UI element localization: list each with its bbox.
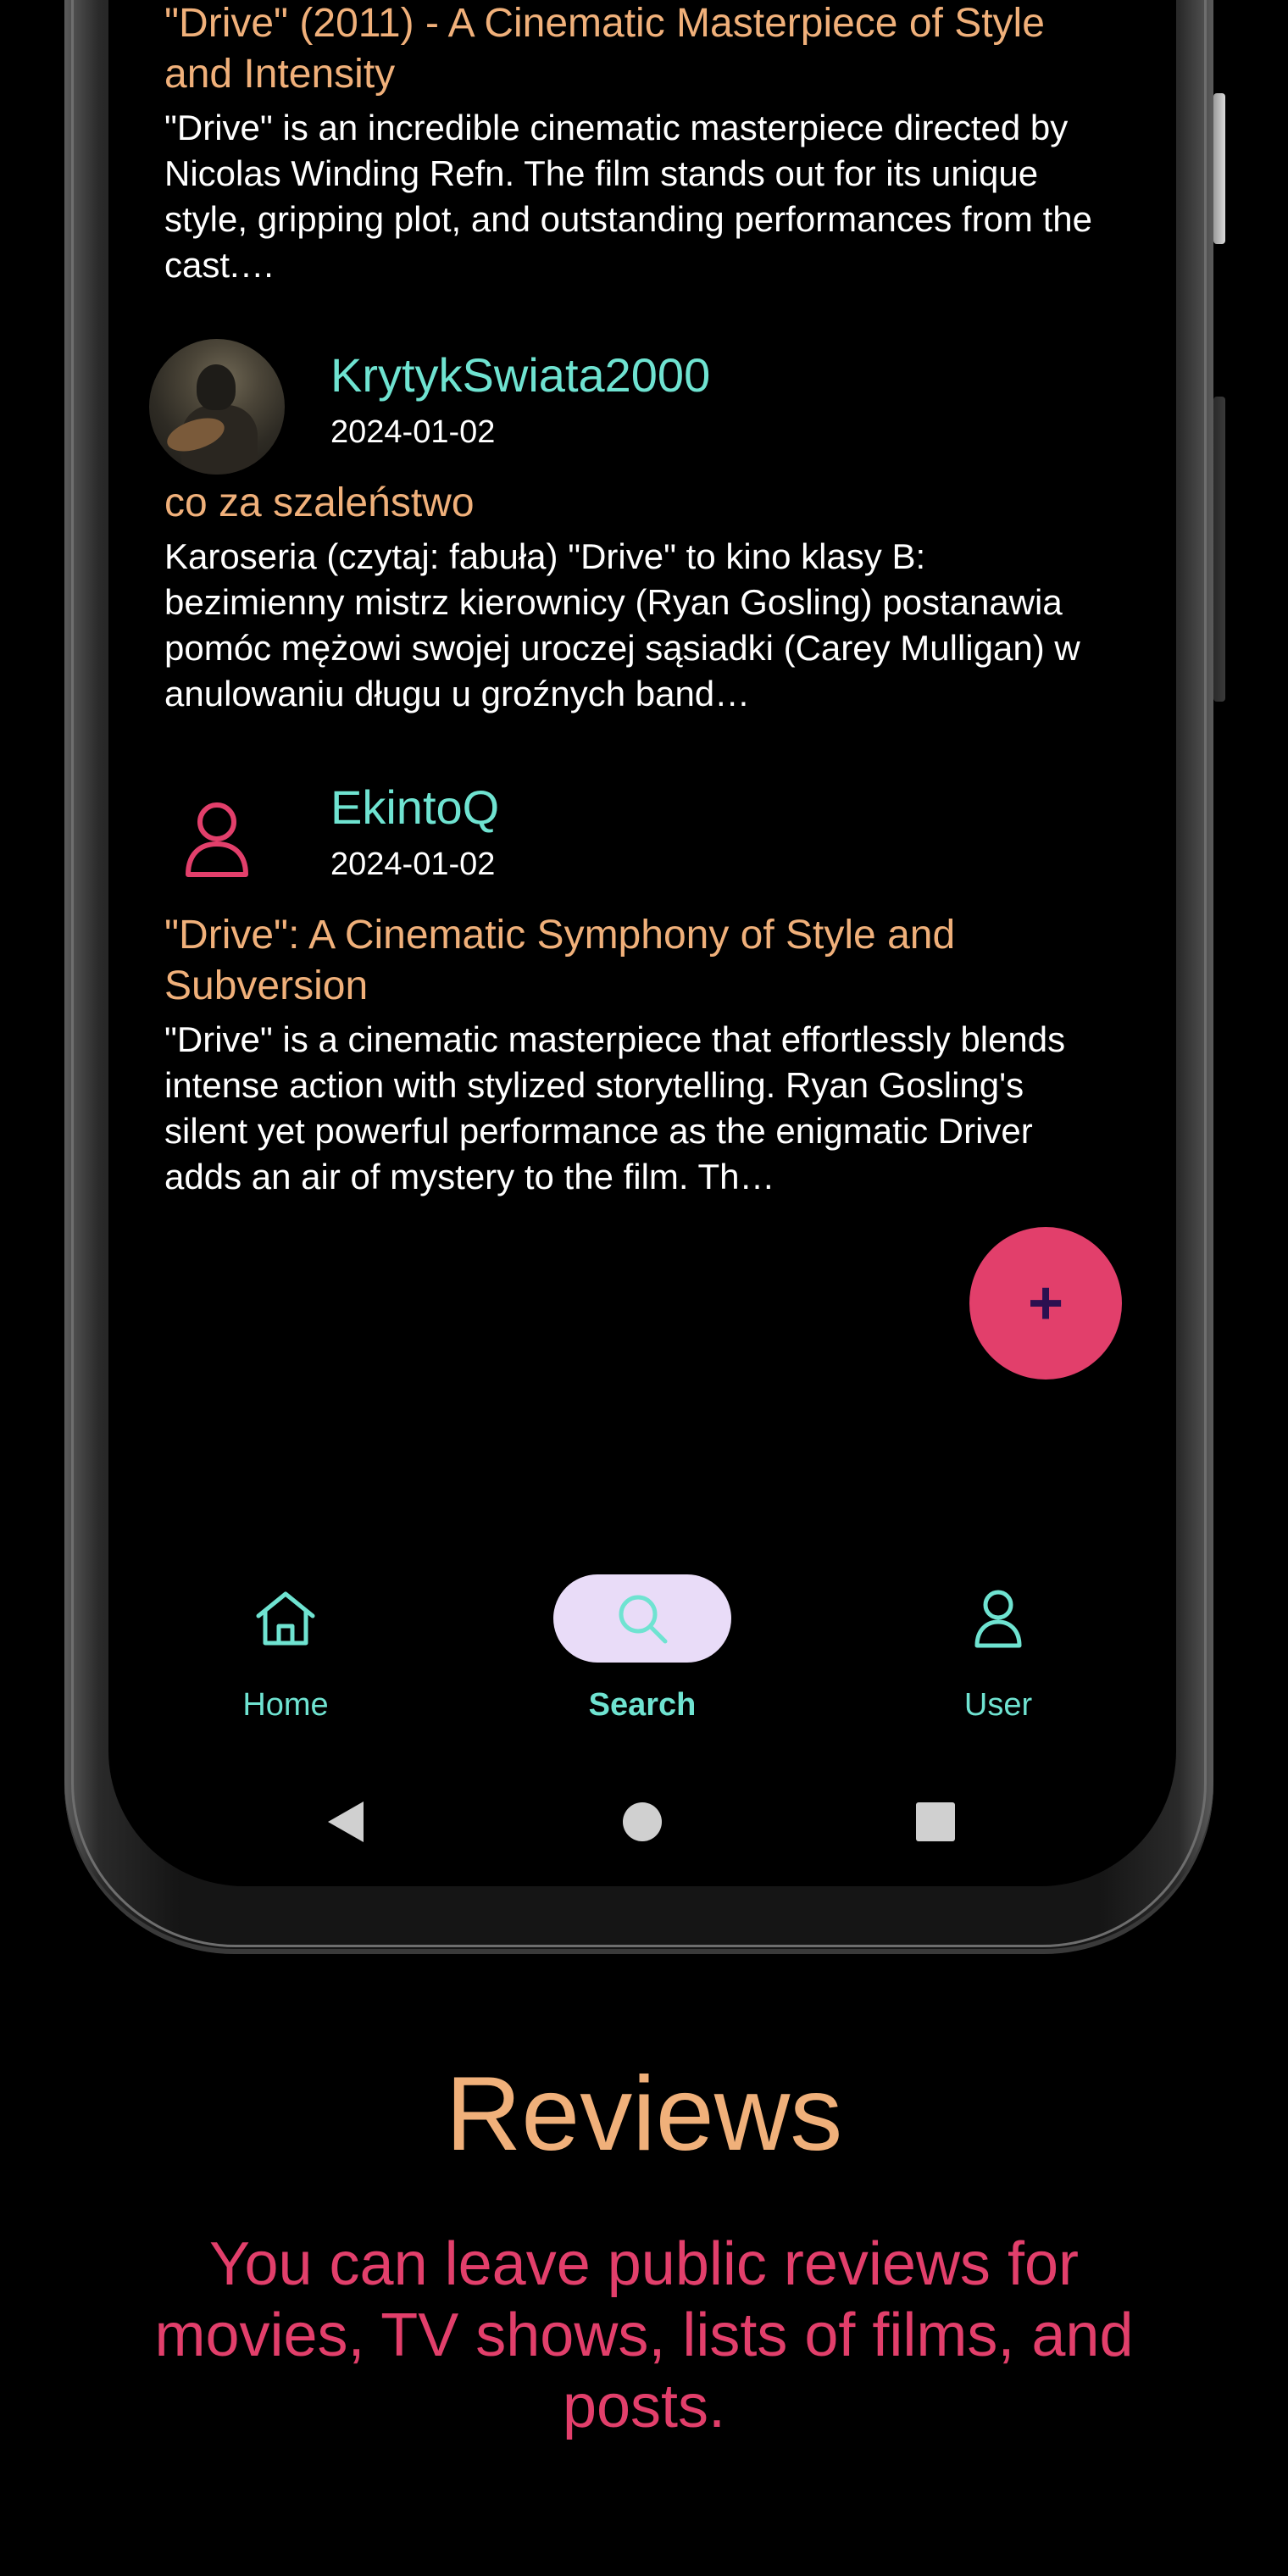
review-date: 2024-01-02 bbox=[330, 414, 496, 450]
user-placeholder-icon bbox=[149, 771, 285, 907]
author-name: KrytykSwiata2000 bbox=[330, 348, 711, 402]
review-author-row[interactable]: KrytykSwiata2000 2024-01-02 bbox=[149, 339, 997, 475]
review-date: 2024-01-02 bbox=[330, 847, 496, 882]
review-title: co za szaleństwo bbox=[164, 480, 475, 525]
review-title: "Drive" (2011) - A Cinematic Masterpiece… bbox=[164, 1, 1045, 97]
review-card[interactable]: "Drive" (2011) - A Cinematic Masterpiece… bbox=[164, 0, 1176, 288]
home-icon bbox=[197, 1574, 375, 1663]
review-body: "Drive" is an incredible cinematic maste… bbox=[164, 108, 1092, 285]
nav-label-user: User bbox=[963, 1687, 1033, 1723]
review-card[interactable]: co za szaleństwo Karoseria (czytaj: fabu… bbox=[164, 478, 1176, 717]
review-body: "Drive" is a cinematic masterpiece that … bbox=[164, 1019, 1066, 1196]
review-card[interactable]: "Drive": A Cinematic Symphony of Style a… bbox=[164, 910, 1176, 1200]
volume-button bbox=[1213, 93, 1225, 244]
nav-item-home[interactable]: Home bbox=[175, 1542, 396, 1737]
avatar bbox=[149, 339, 285, 475]
bottom-navigation: Home Search User bbox=[108, 1542, 1176, 1754]
recents-icon[interactable] bbox=[902, 1788, 969, 1856]
review-title: "Drive": A Cinematic Symphony of Style a… bbox=[164, 913, 956, 1008]
add-review-button[interactable]: + bbox=[969, 1227, 1122, 1380]
power-button bbox=[1213, 397, 1225, 702]
home-circle-icon[interactable] bbox=[608, 1788, 676, 1856]
plus-icon: + bbox=[1027, 1269, 1064, 1337]
author-name: EkintoQ bbox=[330, 780, 500, 834]
search-icon bbox=[553, 1574, 731, 1663]
system-navigation-bar bbox=[108, 1788, 1176, 1856]
review-author-row[interactable]: EkintoQ 2024-01-02 bbox=[149, 771, 997, 907]
promo-title: Reviews bbox=[445, 2056, 843, 2173]
user-icon bbox=[909, 1574, 1087, 1663]
nav-item-search[interactable]: Search bbox=[532, 1542, 752, 1737]
review-body: Karoseria (czytaj: fabuła) "Drive" to ki… bbox=[164, 536, 1080, 713]
promo-subtitle: You can leave public reviews for movies,… bbox=[154, 2230, 1134, 2440]
nav-label-search: Search bbox=[588, 1687, 697, 1723]
back-icon[interactable] bbox=[312, 1788, 380, 1856]
nav-label-home: Home bbox=[242, 1687, 329, 1723]
nav-item-user[interactable]: User bbox=[888, 1542, 1108, 1737]
